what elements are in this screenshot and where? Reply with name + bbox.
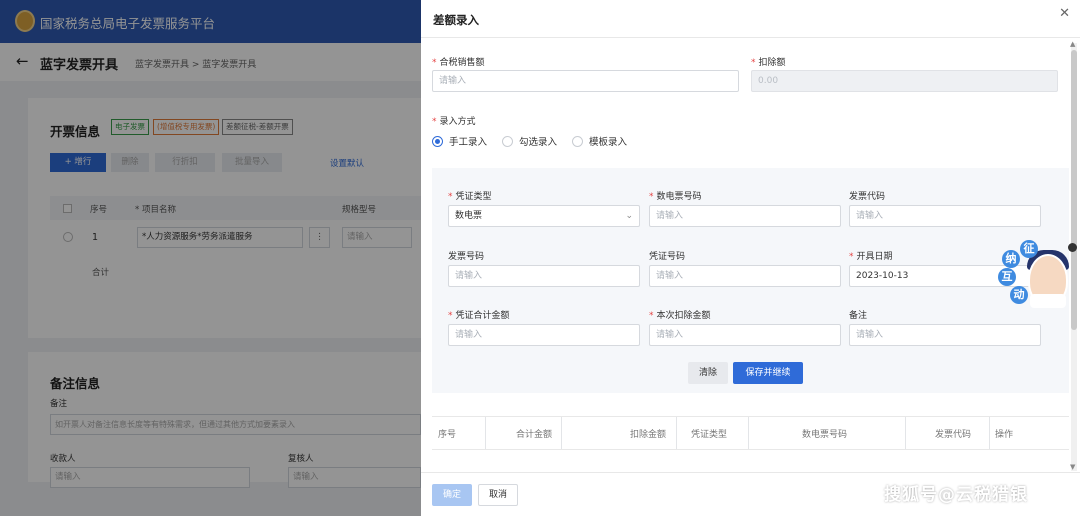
col-total-amount: 合计金额 <box>516 430 553 440</box>
chevron-down-icon: ⌄ <box>625 211 633 221</box>
radio-unselected-icon <box>502 135 513 147</box>
col-deduction-amount: 扣除金额 <box>630 430 667 440</box>
invoice-no-label: 发票号码 <box>448 252 485 262</box>
col-separator <box>989 417 990 449</box>
tax-sales-label: * 合税销售额 <box>432 58 485 68</box>
col-separator <box>676 417 677 449</box>
clear-button[interactable]: 清除 <box>688 362 728 384</box>
deduction-label: * 扣除额 <box>751 58 786 68</box>
form-remark-label: 备注 <box>849 311 868 321</box>
tax-interaction-mascot[interactable]: 征 纳 互 动 <box>998 240 1072 310</box>
digital-invoice-no-input[interactable]: 请输入 <box>649 205 841 227</box>
col-seq: 序号 <box>438 430 457 440</box>
scroll-down-icon[interactable]: ▼ <box>1070 463 1075 471</box>
drawer-title: 差额录入 <box>433 13 479 27</box>
mascot-char: 互 <box>998 268 1016 286</box>
voucher-type-label: * 凭证类型 <box>448 192 492 202</box>
col-separator <box>561 417 562 449</box>
voucher-no-input[interactable]: 请输入 <box>649 265 841 287</box>
entry-mode-label: * 录入方式 <box>432 117 476 127</box>
col-digital-no: 数电票号码 <box>802 430 848 440</box>
divider <box>421 37 1080 38</box>
voucher-type-select[interactable]: 数电票 ⌄ <box>448 205 640 227</box>
col-separator <box>748 417 749 449</box>
issue-date-label: * 开具日期 <box>849 252 893 262</box>
col-separator <box>905 417 906 449</box>
col-voucher-type: 凭证类型 <box>691 430 728 440</box>
voucher-total-input[interactable]: 请输入 <box>448 324 640 346</box>
confirm-button[interactable]: 确定 <box>432 484 472 506</box>
mascot-char: 纳 <box>1002 250 1020 268</box>
table-bottom-border <box>432 449 1069 450</box>
col-actions: 操作 <box>995 430 1014 440</box>
this-deduction-input[interactable]: 请输入 <box>649 324 841 346</box>
col-invoice-code: 发票代码 <box>935 430 972 440</box>
watermark: 搜狐号@云税猎银 <box>884 485 1028 505</box>
deduction-input: 0.00 <box>751 70 1058 92</box>
radio-unselected-icon <box>572 135 583 147</box>
footer-divider <box>421 472 1080 473</box>
voucher-no-label: 凭证号码 <box>649 252 686 262</box>
form-remark-input[interactable]: 请输入 <box>849 324 1041 346</box>
radio-select-entry[interactable]: 勾选录入 <box>502 134 557 148</box>
invoice-no-input[interactable]: 请输入 <box>448 265 640 287</box>
mascot-char: 征 <box>1020 240 1038 258</box>
col-separator <box>485 417 486 449</box>
differential-entry-drawer: 差额录入 ✕ * 合税销售额 请输入 * 扣除额 0.00 * 录入方式 手工录入 勾… <box>421 0 1080 516</box>
radio-selected-icon <box>432 135 443 147</box>
this-deduction-label: * 本次扣除金额 <box>649 311 711 321</box>
save-and-continue-button[interactable]: 保存并继续 <box>733 362 803 384</box>
scroll-up-icon[interactable]: ▲ <box>1070 40 1075 48</box>
digital-invoice-no-label: * 数电票号码 <box>649 192 702 202</box>
close-icon[interactable]: ✕ <box>1059 6 1070 21</box>
modal-overlay[interactable] <box>0 0 421 516</box>
cancel-button[interactable]: 取消 <box>478 484 518 506</box>
tax-sales-input[interactable]: 请输入 <box>432 70 739 92</box>
invoice-code-label: 发票代码 <box>849 192 886 202</box>
invoice-code-input[interactable]: 请输入 <box>849 205 1041 227</box>
mascot-collar-icon <box>1030 294 1066 308</box>
mascot-char: 动 <box>1010 286 1028 304</box>
voucher-total-label: * 凭证合计金额 <box>448 311 510 321</box>
radio-template-entry[interactable]: 模板录入 <box>572 134 627 148</box>
radio-manual-entry[interactable]: 手工录入 <box>432 134 487 148</box>
table-top-border <box>432 416 1069 417</box>
